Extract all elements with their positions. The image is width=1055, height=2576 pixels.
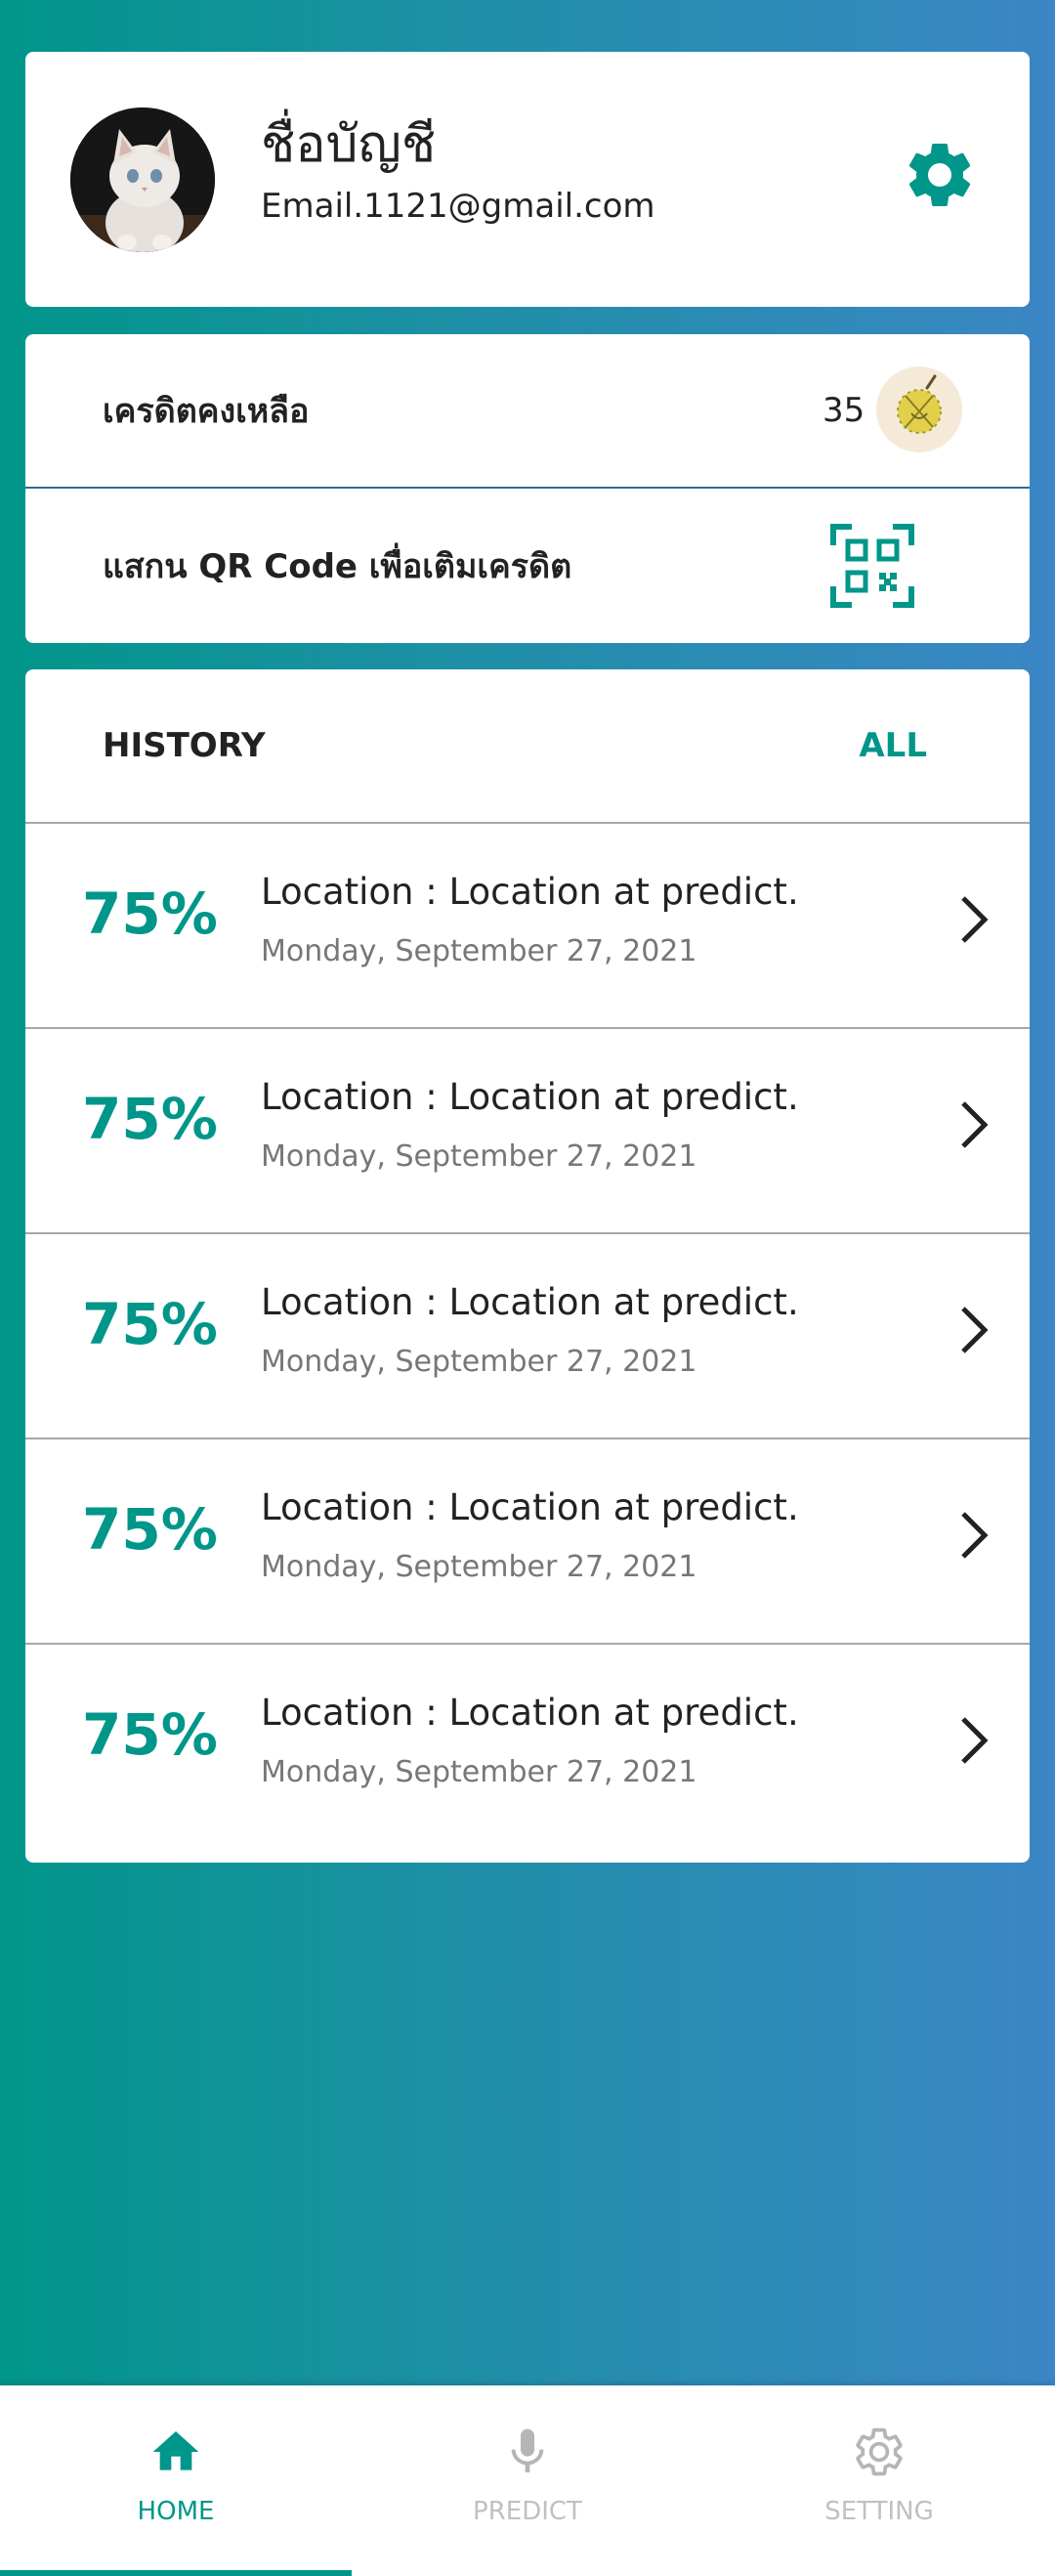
history-percent: 75% (82, 1086, 218, 1152)
history-item[interactable]: 75% Location : Location at predict. Mond… (25, 824, 1030, 1029)
history-location: Location : Location at predict. (261, 1692, 799, 1734)
history-percent: 75% (82, 1291, 218, 1357)
nav-predict-label: PREDICT (473, 2497, 582, 2526)
chevron-right-icon (961, 1717, 989, 1764)
home-icon (152, 2431, 199, 2470)
gear-icon[interactable] (901, 136, 979, 214)
chevron-right-icon (961, 896, 989, 943)
credit-remaining-label: เครดิตคงเหลือ (103, 392, 310, 431)
chevron-right-icon (961, 1101, 989, 1148)
credit-card: เครดิตคงเหลือ 35 แสกน QR Code เพื่อเติมเ… (25, 334, 1030, 643)
account-name: ชื่อบัญชี (261, 115, 437, 174)
history-percent: 75% (82, 1496, 218, 1563)
history-item[interactable]: 75% Location : Location at predict. Mond… (25, 1439, 1030, 1645)
history-location: Location : Location at predict. (261, 1486, 799, 1528)
history-header: HISTORY ALL (25, 669, 1030, 824)
nav-home-label: HOME (137, 2497, 215, 2526)
history-title: HISTORY (103, 726, 266, 765)
nav-setting[interactable]: SETTING (703, 2385, 1055, 2576)
history-item[interactable]: 75% Location : Location at predict. Mond… (25, 1234, 1030, 1439)
history-date: Monday, September 27, 2021 (261, 1755, 697, 1789)
credit-remaining-value: 35 (823, 391, 865, 430)
durian-coin-icon (876, 366, 962, 452)
history-date: Monday, September 27, 2021 (261, 1139, 697, 1174)
chevron-right-icon (961, 1307, 989, 1353)
gear-icon (856, 2427, 903, 2476)
history-location: Location : Location at predict. (261, 871, 799, 913)
account-email: Email.1121@gmail.com (261, 187, 655, 226)
bottom-navigation: HOME PREDICT SETTING (0, 2385, 1055, 2576)
scan-qr-label: แสกน QR Code เพื่อเติมเครดิต (103, 547, 572, 586)
history-date: Monday, September 27, 2021 (261, 1345, 697, 1379)
credit-remaining-row: เครดิตคงเหลือ 35 (25, 334, 1030, 489)
cat-avatar-icon (70, 107, 215, 252)
history-date: Monday, September 27, 2021 (261, 1550, 697, 1584)
history-percent: 75% (82, 1701, 218, 1768)
scan-qr-row[interactable]: แสกน QR Code เพื่อเติมเครดิต (25, 489, 1030, 643)
history-location: Location : Location at predict. (261, 1076, 799, 1118)
nav-predict[interactable]: PREDICT (352, 2385, 703, 2576)
history-location: Location : Location at predict. (261, 1281, 799, 1323)
history-item[interactable]: 75% Location : Location at predict. Mond… (25, 1029, 1030, 1234)
nav-home[interactable]: HOME (0, 2385, 352, 2576)
history-all-link[interactable]: ALL (859, 726, 927, 765)
history-card: HISTORY ALL 75% Location : Location at p… (25, 669, 1030, 1863)
qr-scan-icon[interactable] (830, 524, 914, 608)
history-date: Monday, September 27, 2021 (261, 934, 697, 968)
nav-active-indicator (0, 2570, 352, 2576)
chevron-right-icon (961, 1512, 989, 1559)
microphone-icon (511, 2428, 544, 2472)
history-percent: 75% (82, 880, 218, 947)
history-item[interactable]: 75% Location : Location at predict. Mond… (25, 1645, 1030, 1850)
profile-card: ชื่อบัญชี Email.1121@gmail.com (25, 52, 1030, 307)
nav-setting-label: SETTING (824, 2497, 934, 2526)
